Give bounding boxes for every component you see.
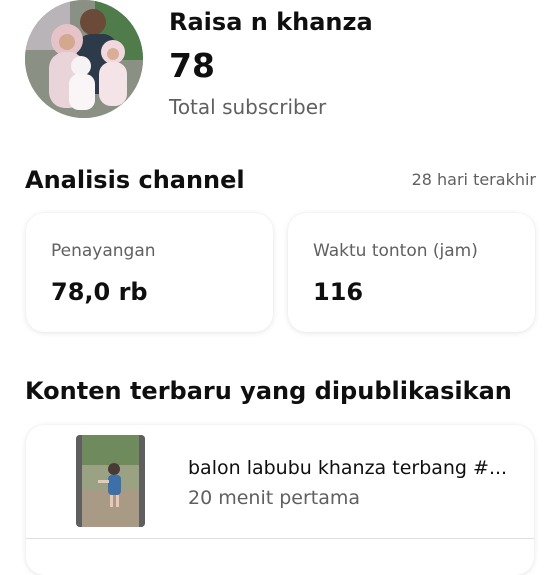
watch-time-value: 116 <box>313 278 364 306</box>
subscriber-count: 78 <box>169 46 215 85</box>
subscriber-label: Total subscriber <box>169 95 327 119</box>
analytics-heading: Analisis channel <box>25 166 245 194</box>
card-divider <box>26 538 534 539</box>
views-value: 78,0 rb <box>51 278 148 306</box>
video-first-minutes-label: 20 menit pertama <box>188 487 361 509</box>
channel-name: Raisa n khanza <box>169 8 373 36</box>
channel-avatar[interactable] <box>25 0 143 118</box>
video-thumbnail[interactable] <box>76 435 145 527</box>
latest-content-card: balon labubu khanza terbang #... 20 meni… <box>26 425 534 575</box>
views-card[interactable]: Penayangan 78,0 rb <box>26 213 273 332</box>
video-title[interactable]: balon labubu khanza terbang #... <box>188 455 507 481</box>
views-label: Penayangan <box>51 241 156 261</box>
analytics-period: 28 hari terakhir <box>411 170 536 189</box>
latest-content-heading: Konten terbaru yang dipublikasikan <box>25 377 512 405</box>
thumbnail-image <box>76 435 145 527</box>
watch-time-label: Waktu tonton (jam) <box>313 241 478 261</box>
avatar-photo <box>25 0 143 118</box>
watch-time-card[interactable]: Waktu tonton (jam) 116 <box>288 213 535 332</box>
